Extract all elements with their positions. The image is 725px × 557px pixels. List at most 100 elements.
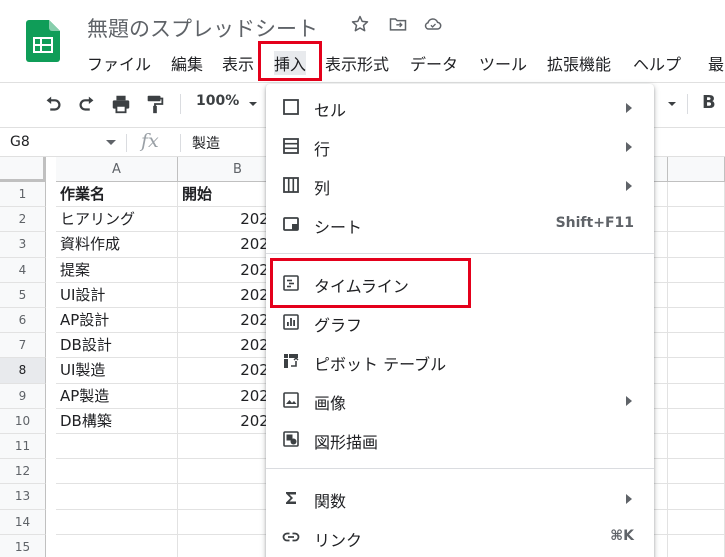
row-header[interactable]: 5 [0, 282, 46, 308]
cell-a[interactable]: 資料作成 [56, 232, 178, 258]
cell-d[interactable] [668, 459, 725, 485]
name-box[interactable]: G8 [10, 134, 30, 150]
column-icon [283, 177, 299, 193]
menu-data[interactable]: データ [410, 51, 458, 75]
select-all-corner[interactable] [0, 157, 46, 182]
cell-d[interactable] [668, 534, 725, 557]
menu-edit[interactable]: 編集 [171, 51, 203, 75]
toolbar-divider [180, 94, 181, 114]
image-icon [283, 392, 299, 408]
insert-menu-item-pivot-table[interactable]: ピボット テーブル [266, 342, 654, 380]
cell-a[interactable] [56, 534, 178, 557]
cell-d[interactable] [668, 207, 725, 233]
row-icon [283, 138, 299, 154]
toolbar-divider [687, 94, 688, 114]
font-size-dropdown-icon[interactable] [667, 99, 677, 109]
cell-d[interactable] [668, 509, 725, 535]
column-header-a[interactable]: A [56, 157, 178, 182]
cell-a[interactable] [56, 509, 178, 535]
submenu-arrow-icon [626, 396, 632, 406]
timeline-highlight-box [270, 258, 471, 308]
row-header[interactable]: 3 [0, 232, 46, 258]
row-header[interactable]: 4 [0, 257, 46, 283]
cell-a[interactable]: UI製造 [56, 358, 178, 384]
row-header[interactable]: 13 [0, 484, 46, 510]
cell-a[interactable]: ヒアリング [56, 207, 178, 233]
row-header[interactable]: 1 [0, 182, 46, 208]
last-edit-link[interactable]: 最 [708, 51, 724, 75]
cloud-saved-icon[interactable] [423, 14, 443, 34]
row-header[interactable]: 14 [0, 509, 46, 535]
zoom-select[interactable]: 100% [196, 93, 239, 109]
row-header[interactable]: 9 [0, 383, 46, 409]
cell-a[interactable] [56, 434, 178, 460]
cell-a[interactable]: DB構築 [56, 408, 178, 434]
bold-button[interactable]: B [702, 92, 716, 113]
insert-menu-item-link[interactable]: リンク ⌘K [266, 518, 654, 556]
column-header-d[interactable] [668, 157, 725, 182]
menu-file[interactable]: ファイル [87, 51, 151, 75]
insert-menu-label: 図形描画 [314, 433, 379, 452]
cell-d[interactable] [668, 408, 725, 434]
insert-menu-item-cell[interactable]: セル [266, 88, 654, 126]
undo-icon[interactable] [42, 93, 64, 115]
insert-menu-label: ピボット テーブル [314, 355, 447, 374]
row-header[interactable]: 7 [0, 333, 46, 359]
cell-a[interactable]: DB設計 [56, 333, 178, 359]
print-icon[interactable] [110, 93, 132, 115]
document-title[interactable]: 無題のスプレッドシート [87, 13, 318, 43]
row-header[interactable]: 12 [0, 459, 46, 485]
cell-a[interactable]: 提案 [56, 257, 178, 283]
keyboard-shortcut: ⌘K [610, 528, 634, 544]
cell-d[interactable] [668, 282, 725, 308]
cell-d[interactable] [668, 358, 725, 384]
insert-menu-item-function[interactable]: 関数 [266, 479, 654, 517]
insert-menu-label: グラフ [314, 316, 363, 335]
star-icon[interactable] [350, 14, 370, 34]
sigma-icon [286, 492, 296, 504]
cell-a[interactable]: 作業名 [56, 182, 178, 208]
redo-icon[interactable] [76, 93, 98, 115]
zoom-dropdown-icon[interactable] [248, 99, 258, 109]
cell-d[interactable] [668, 232, 725, 258]
row-header[interactable]: 15 [0, 534, 46, 557]
row-header[interactable]: 6 [0, 308, 46, 334]
formula-bar-divider [126, 134, 127, 152]
insert-menu-item-row[interactable]: 行 [266, 127, 654, 165]
menu-bar: ファイル 編集 表示 挿入 表示形式 データ ツール 拡張機能 ヘルプ 最 [0, 48, 725, 76]
row-header[interactable]: 11 [0, 434, 46, 460]
name-box-dropdown-icon[interactable] [106, 140, 116, 145]
cell-d[interactable] [668, 257, 725, 283]
move-folder-icon[interactable] [388, 14, 408, 34]
row-header[interactable]: 8 [0, 358, 46, 384]
cell-a[interactable] [56, 459, 178, 485]
cell-d[interactable] [668, 383, 725, 409]
menu-extensions[interactable]: 拡張機能 [547, 51, 611, 75]
insert-menu-item-sheet[interactable]: シート Shift+F11 [266, 205, 654, 243]
cell-a[interactable]: UI設計 [56, 282, 178, 308]
paint-format-icon[interactable] [144, 93, 166, 115]
cell-d[interactable] [668, 484, 725, 510]
formula-input[interactable]: 製造 [192, 133, 220, 153]
insert-menu-item-drawing[interactable]: 図形描画 [266, 420, 654, 458]
cell-a[interactable]: AP設計 [56, 308, 178, 334]
insert-menu-item-column[interactable]: 列 [266, 166, 654, 204]
menu-format[interactable]: 表示形式 [325, 51, 389, 75]
menu-help[interactable]: ヘルプ [633, 51, 681, 75]
menu-tools[interactable]: ツール [479, 51, 527, 75]
insert-menu-item-chart[interactable]: グラフ [266, 303, 654, 341]
row-header[interactable]: 2 [0, 207, 46, 233]
insert-menu-label: 関数 [314, 492, 347, 511]
cell-a[interactable]: AP製造 [56, 383, 178, 409]
cell-a[interactable] [56, 484, 178, 510]
cell-d[interactable] [668, 434, 725, 460]
cell-d[interactable] [668, 333, 725, 359]
submenu-arrow-icon [626, 181, 632, 191]
menu-divider [266, 253, 654, 254]
cell-d[interactable] [668, 182, 725, 208]
cell-d[interactable] [668, 308, 725, 334]
menu-view[interactable]: 表示 [222, 51, 254, 75]
insert-menu-item-image[interactable]: 画像 [266, 381, 654, 419]
insert-menu-dropdown: セル 行 列 シート Shift+F11 タイムライン グラフ ピボット テーブ… [266, 84, 654, 557]
row-header[interactable]: 10 [0, 408, 46, 434]
